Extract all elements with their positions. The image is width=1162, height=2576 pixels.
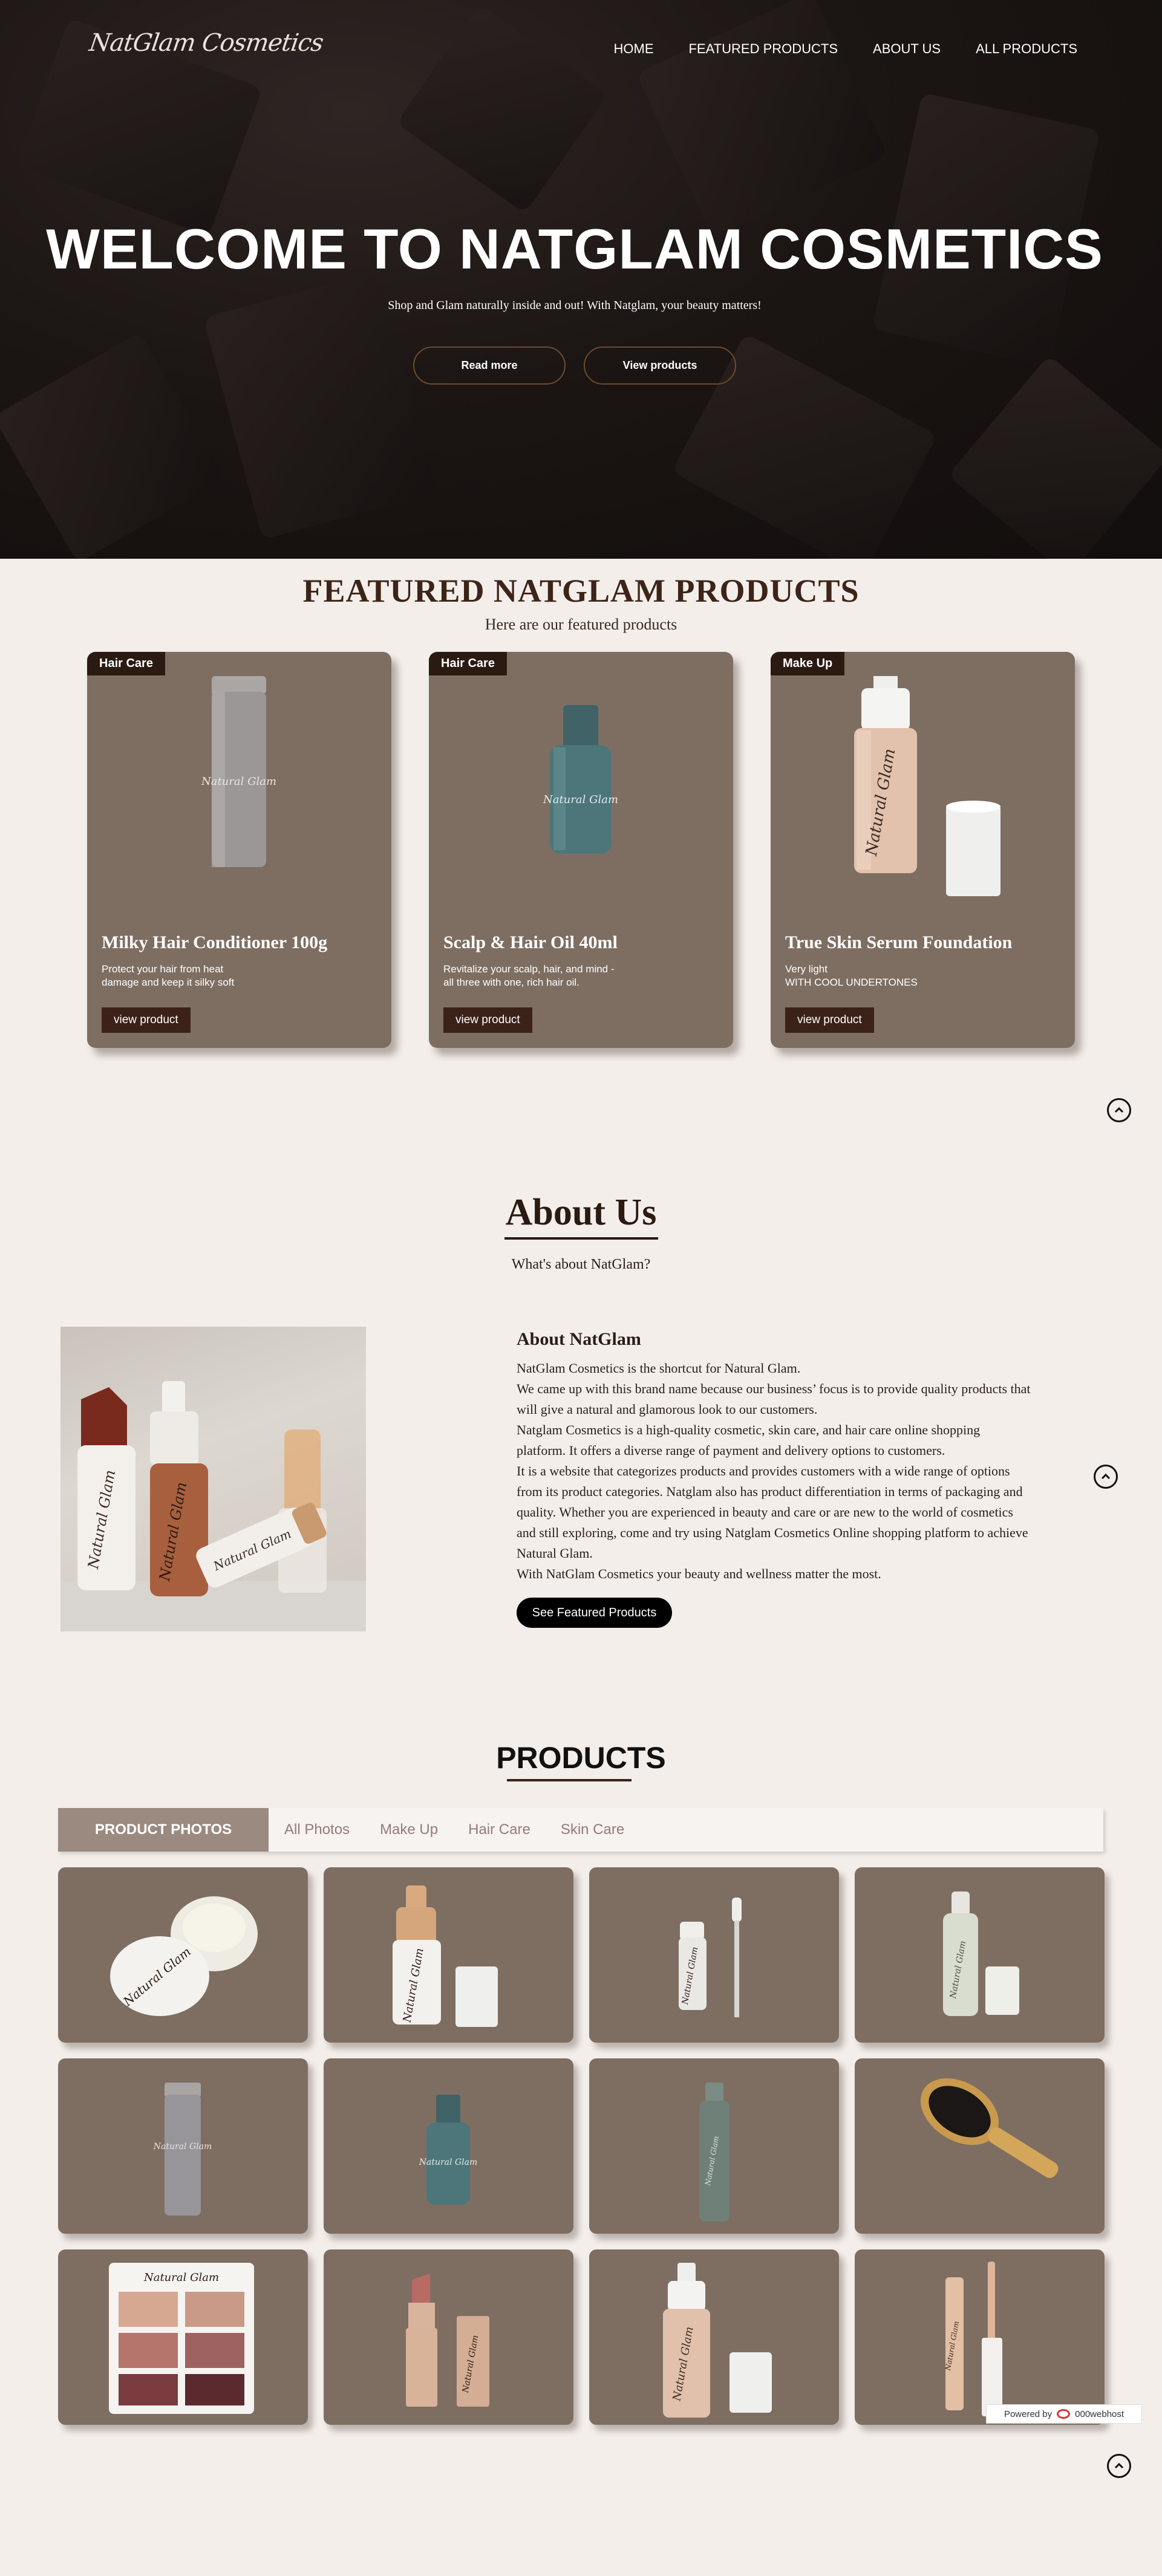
about-underline [504, 1237, 658, 1240]
read-more-button[interactable]: Read more [413, 346, 566, 385]
product-description: Revitalize your scalp, hair, and mind - … [443, 963, 615, 988]
cosmetics-group-image: Natural Glam Natural Glam Natural Glam [60, 1381, 366, 1631]
nav-about-us[interactable]: ABOUT US [873, 41, 941, 57]
conditioner-bottle-image: Natural Glam [201, 676, 276, 867]
product-description: Protect your hair from heat damage and k… [102, 963, 235, 988]
tab-skin-care[interactable]: Skin Care [561, 1821, 624, 1838]
product-photo-tile[interactable]: Natural Glam [589, 2249, 839, 2425]
about-paragraph: We came up with this brand name because … [517, 1381, 1031, 1417]
hero-section: NatGlam Cosmetics HOME FEATURED PRODUCTS… [0, 0, 1162, 559]
featured-cards: Natural Glam Hair Care Milky Hair Condit… [87, 652, 1075, 1048]
category-badge: Hair Care [87, 652, 165, 675]
foundation-bottle-image: Natural Glam [854, 676, 1000, 896]
tab-make-up[interactable]: Make Up [380, 1821, 438, 1838]
serum-dropper-image: Natural Glam [679, 1898, 742, 2017]
powered-by-badge[interactable]: Powered by 000webhost [986, 2404, 1142, 2424]
product-photo-tile[interactable]: Natural Glam [589, 1867, 839, 2043]
chevron-up-icon [1101, 1473, 1111, 1480]
about-heading: About NatGlam [517, 1329, 641, 1349]
svg-text:Natural Glam: Natural Glam [543, 793, 618, 806]
hair-oil-bottle-image: Natural Glam [419, 2095, 478, 2205]
product-card[interactable]: Natural Glam Make Up True Skin Serum Fou… [771, 652, 1075, 1048]
scroll-top-button[interactable] [1107, 1098, 1131, 1122]
view-products-button[interactable]: View products [584, 346, 736, 385]
svg-text:Natural Glam: Natural Glam [419, 2158, 478, 2167]
hero-buttons: Read more View products [413, 346, 736, 385]
hero-title: WELCOME TO NATGLAM COSMETICS [46, 217, 1103, 281]
tab-all-photos[interactable]: All Photos [284, 1821, 350, 1838]
webhost-logo-icon [1057, 2409, 1071, 2419]
product-photo-tile[interactable]: Natural Glam [855, 2249, 1105, 2425]
product-photo-tile[interactable]: Natural Glam [589, 2058, 839, 2234]
hair-brush-image [920, 2078, 1059, 2178]
powered-by-label: Powered by [1004, 2408, 1053, 2419]
product-photo-tile[interactable]: Natural Glam [58, 2249, 308, 2425]
product-name: True Skin Serum Foundation [785, 932, 1013, 952]
nav-all-products[interactable]: ALL PRODUCTS [976, 41, 1077, 57]
main-nav: HOME FEATURED PRODUCTS ABOUT US ALL PROD… [614, 41, 1077, 57]
scroll-top-button[interactable] [1094, 1465, 1118, 1489]
view-product-button[interactable]: view product [443, 1007, 532, 1033]
product-photo-tile[interactable]: Natural Glam [58, 2058, 308, 2234]
product-name: Milky Hair Conditioner 100g [102, 932, 328, 952]
featured-title: FEATURED NATGLAM PRODUCTS [302, 573, 860, 609]
see-featured-products-button[interactable]: See Featured Products [517, 1598, 672, 1628]
concealer-wand-image: Natural Glam [944, 2262, 1002, 2416]
product-description: Very light WITH COOL UNDERTONES [785, 963, 918, 988]
products-title: PRODUCTS [496, 1741, 666, 1775]
hair-oil-bottle-image: Natural Glam [543, 705, 618, 854]
product-card[interactable]: Natural Glam Hair Care Scalp & Hair Oil … [429, 652, 733, 1048]
product-photo-tile[interactable]: Natural Glam [324, 1867, 573, 2043]
about-text-block: About NatGlam NatGlam Cosmetics is the s… [517, 1329, 1031, 1584]
about-title: About Us [505, 1192, 657, 1233]
lipstick-image: Natural Glam [406, 2274, 489, 2407]
about-paragraph: It is a website that categorizes product… [517, 1463, 1028, 1561]
conditioner-bottle-image: Natural Glam [153, 2083, 212, 2216]
product-photo-tile[interactable] [855, 2058, 1105, 2234]
eyeshadow-palette-image: Natural Glam [109, 2263, 254, 2414]
product-photo-tile[interactable]: Natural Glam [324, 2058, 573, 2234]
hero-bg-shape [0, 331, 225, 559]
tab-product-photos: PRODUCT PHOTOS [58, 1808, 269, 1852]
view-product-button[interactable]: view product [102, 1007, 191, 1033]
foundation-bottle-image: Natural Glam [663, 2263, 772, 2418]
nav-featured-products[interactable]: FEATURED PRODUCTS [689, 41, 838, 57]
svg-text:Natural Glam: Natural Glam [143, 2271, 219, 2284]
foundation-pump-image: Natural Glam [393, 1885, 498, 2027]
mist-spray-image: Natural Glam [943, 1891, 1019, 2016]
product-name: Scalp & Hair Oil 40ml [443, 932, 618, 952]
brand-logo[interactable]: NatGlam Cosmetics [88, 29, 325, 57]
about-subtitle: What's about NatGlam? [511, 1257, 651, 1272]
product-filter-tabs: PRODUCT PHOTOS All Photos Make Up Hair C… [58, 1808, 1103, 1852]
cream-jar-image: Natural Glam [110, 1896, 258, 2016]
about-paragraph: Natglam Cosmetics is a high-quality cosm… [517, 1422, 981, 1458]
product-photo-tile[interactable]: Natural Glam [855, 1867, 1105, 2043]
hero-bg-shape [947, 354, 1162, 559]
category-badge: Make Up [771, 652, 845, 675]
about-products-photo: Natural Glam Natural Glam Natural Glam [60, 1327, 366, 1631]
about-paragraph: With NatGlam Cosmetics your beauty and w… [517, 1566, 881, 1581]
svg-text:Natural Glam: Natural Glam [201, 775, 276, 788]
featured-subtitle: Here are our featured products [485, 616, 677, 633]
scroll-top-button[interactable] [1107, 2454, 1131, 2478]
view-product-button[interactable]: view product [785, 1007, 874, 1033]
category-badge: Hair Care [429, 652, 507, 675]
hero-bg-shape [636, 0, 889, 238]
product-card[interactable]: Natural Glam Hair Care Milky Hair Condit… [87, 652, 391, 1048]
webhost-name: 000webhost [1075, 2408, 1124, 2419]
svg-text:Natural Glam: Natural Glam [153, 2142, 212, 2152]
nav-home[interactable]: HOME [614, 41, 654, 57]
product-photo-tile[interactable]: Natural Glam [58, 1867, 308, 2043]
chevron-up-icon [1114, 1107, 1124, 1113]
hero-subtitle: Shop and Glam naturally inside and out! … [388, 299, 762, 312]
products-underline [507, 1779, 632, 1781]
product-photo-tile[interactable]: Natural Glam [324, 2249, 573, 2425]
tab-hair-care[interactable]: Hair Care [468, 1821, 530, 1838]
hero-bg-shape [396, 4, 609, 213]
product-photo-grid: Natural Glam Natural Glam Natural Glam N… [58, 1867, 1105, 2425]
chevron-up-icon [1114, 2462, 1124, 2469]
shampoo-bottle-image: Natural Glam [699, 2083, 730, 2222]
about-paragraph: NatGlam Cosmetics is the shortcut for Na… [517, 1361, 801, 1376]
